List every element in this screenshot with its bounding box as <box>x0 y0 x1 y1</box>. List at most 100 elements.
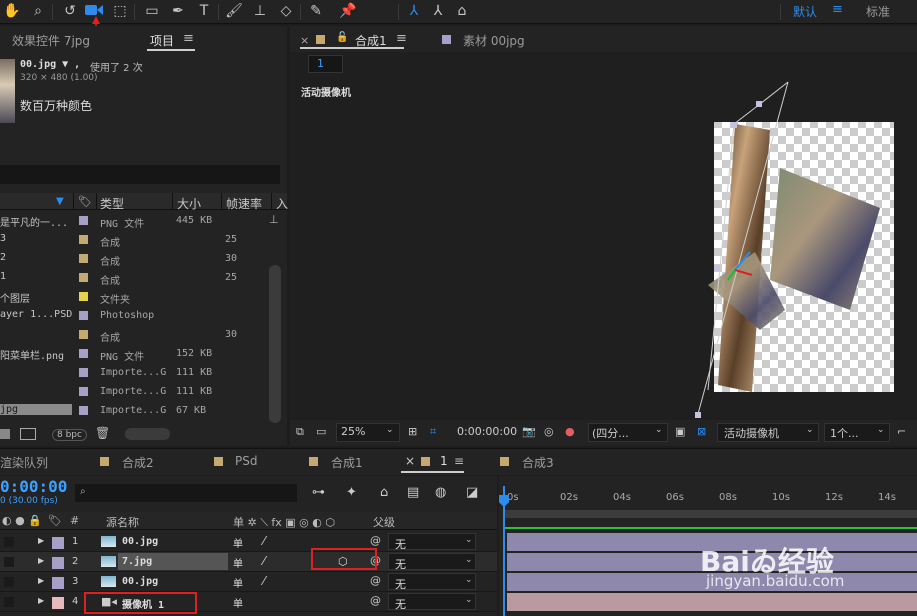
layer-name[interactable]: 00.jpg <box>122 536 158 547</box>
expand-arrow-icon[interactable]: ▶ <box>38 556 44 565</box>
layer-row[interactable]: ▶ 1 00.jpg 单 ⁄ @ 无 ⌄ <box>0 532 497 552</box>
resolution-icon[interactable]: ⊞ <box>408 425 417 438</box>
comp-breadcrumb-box[interactable] <box>308 55 343 73</box>
expand-arrow-icon[interactable]: ▶ <box>38 596 44 605</box>
fast-preview-icon[interactable]: ⊠ <box>697 425 706 438</box>
label-swatch[interactable] <box>79 330 88 339</box>
column-fps[interactable]: 帧速率 <box>226 195 262 212</box>
layer-handle[interactable] <box>714 265 720 271</box>
project-horizontal-scrollbar[interactable] <box>125 428 170 440</box>
tab-effect-controls[interactable]: 效果控件 7jpg <box>12 32 90 49</box>
shy-switch-icon[interactable]: 单 <box>233 555 243 570</box>
visibility-toggle[interactable] <box>4 557 14 567</box>
timeline-timecode[interactable]: 0:00:00 <box>0 477 67 496</box>
column-layer-number[interactable]: # <box>70 514 79 527</box>
label-swatch[interactable] <box>79 349 88 358</box>
project-item[interactable]: 个图层 文件夹 <box>0 287 268 306</box>
work-area-bar[interactable] <box>503 510 917 518</box>
parent-dropdown[interactable]: 无 ⌄ <box>388 533 476 551</box>
project-item[interactable]: Importe...G 111 KB <box>0 382 268 401</box>
show-snapshot-icon[interactable]: ◎ <box>544 425 554 438</box>
local-axis-icon[interactable]: ⅄ <box>404 2 424 20</box>
timeline-search-input[interactable] <box>75 484 297 502</box>
project-item[interactable]: 阳菜单栏.png PNG 文件 152 KB <box>0 344 268 363</box>
bit-depth-button[interactable]: 8 bpc <box>52 429 87 441</box>
visibility-toggle[interactable] <box>4 537 14 547</box>
layer-row[interactable]: ▶ 3 00.jpg 单 ⁄ @ 无 ⌄ <box>0 572 497 592</box>
viewer-canvas[interactable] <box>290 80 917 420</box>
label-swatch[interactable] <box>52 577 64 589</box>
clone-stamp-tool-icon[interactable]: ⊥ <box>250 2 270 20</box>
project-item[interactable]: ayer 1...PSD Photoshop <box>0 306 268 325</box>
tab-comp-active[interactable]: 1 <box>440 454 448 468</box>
layer-row[interactable]: ▶ 4 ■◂ 摄像机 1 单 @ 无 ⌄ <box>0 592 497 612</box>
layer-handle[interactable] <box>756 101 762 107</box>
label-swatch[interactable] <box>79 292 88 301</box>
layer-name[interactable]: 00.jpg <box>122 576 158 587</box>
quality-switch-icon[interactable]: ⁄ <box>263 574 265 588</box>
expand-arrow-icon[interactable]: ▶ <box>38 536 44 545</box>
column-size[interactable]: 大小 <box>177 195 201 212</box>
eraser-tool-icon[interactable]: ◇ <box>276 2 296 20</box>
label-column-icon[interactable]: 🏷 <box>48 514 62 527</box>
tab-render-queue[interactable]: 渲染队列 <box>0 454 48 471</box>
project-item[interactable]: 是平凡的一... PNG 文件 445 KB <box>0 211 268 230</box>
project-item[interactable]: 3 合成 25 <box>0 230 268 249</box>
quality-switch-icon[interactable]: ⁄ <box>263 534 265 548</box>
shy-switch-icon[interactable]: 单 <box>233 595 243 610</box>
column-type[interactable]: 类型 <box>100 195 124 212</box>
toggle-pixel-aspect-icon[interactable]: ▣ <box>675 425 685 438</box>
tab-comp-1[interactable]: 合成1 <box>331 454 363 471</box>
label-column-icon[interactable]: 🏷 <box>78 195 92 208</box>
tab-project[interactable]: 项目 <box>150 32 174 49</box>
workspace-menu-icon[interactable]: ≡ <box>832 2 843 17</box>
project-scrollbar[interactable] <box>269 265 281 423</box>
monitor-icon[interactable]: ▭ <box>316 425 326 438</box>
footage-name[interactable]: 00.jpg ▼ , <box>20 59 80 70</box>
layer-handle[interactable] <box>731 122 737 128</box>
panel-menu-icon[interactable]: ≡ <box>183 31 194 46</box>
label-swatch[interactable] <box>79 311 88 320</box>
viewer-menu-icon[interactable]: ≡ <box>396 31 407 46</box>
layer-handle[interactable] <box>695 412 701 418</box>
workspace-standard[interactable]: 标准 <box>866 3 890 20</box>
parent-dropdown[interactable]: 无 ⌄ <box>388 593 476 611</box>
always-preview-icon[interactable]: ⧉ <box>296 425 304 439</box>
pick-whip-icon[interactable]: @ <box>370 574 381 587</box>
column-parent[interactable]: 父级 <box>373 514 395 530</box>
label-swatch[interactable] <box>79 216 88 225</box>
visibility-toggle[interactable] <box>4 577 14 587</box>
tab-comp-2[interactable]: 合成2 <box>122 454 154 471</box>
roto-brush-tool-icon[interactable]: ✎ <box>306 2 326 20</box>
label-swatch[interactable] <box>79 387 88 396</box>
tab-footage[interactable]: 素材 00jpg <box>463 32 525 49</box>
column-in[interactable]: 入 <box>276 195 288 212</box>
layer-row[interactable]: ▶ 2 7.jpg 单 ⁄ ⬡ @ 无 ⌄ <box>0 552 497 572</box>
type-tool-icon[interactable]: T <box>194 2 214 20</box>
frame-blending-icon[interactable]: ▤ <box>407 485 419 500</box>
comp-mini-flowchart-icon[interactable]: ⊶ <box>312 485 325 500</box>
rotate-tool-icon[interactable]: ↺ <box>60 2 80 20</box>
close-tab-icon[interactable]: × <box>300 34 309 47</box>
close-tab-icon[interactable]: × <box>405 454 415 468</box>
motion-blur-icon[interactable]: ◍ <box>435 485 446 500</box>
label-swatch[interactable] <box>79 273 88 282</box>
project-item[interactable]: 1 合成 25 <box>0 268 268 287</box>
label-swatch[interactable] <box>79 254 88 263</box>
new-folder-icon[interactable] <box>20 428 36 440</box>
trash-icon[interactable]: 🗑 <box>95 426 110 440</box>
region-of-interest-icon[interactable]: ⌗ <box>430 425 436 439</box>
timeline-menu-icon[interactable]: ≡ <box>454 454 464 468</box>
workspace-default[interactable]: 默认 <box>793 3 817 20</box>
pick-whip-icon[interactable]: @ <box>370 534 381 547</box>
pick-whip-icon[interactable]: @ <box>370 594 381 607</box>
sort-arrow-icon[interactable]: ▼ <box>56 196 64 207</box>
world-axis-icon[interactable]: ⅄ <box>428 2 448 20</box>
project-item[interactable]: Importe...G 111 KB <box>0 363 268 382</box>
label-swatch[interactable] <box>79 368 88 377</box>
lock-icon[interactable]: 🔓 <box>336 32 348 43</box>
snapshot-icon[interactable]: 📷 <box>522 425 536 438</box>
zoom-tool-icon[interactable]: ⌕ <box>28 2 48 20</box>
shy-switch-icon[interactable]: 单 <box>233 575 243 590</box>
puppet-tool-icon[interactable]: 📌 <box>338 2 358 20</box>
